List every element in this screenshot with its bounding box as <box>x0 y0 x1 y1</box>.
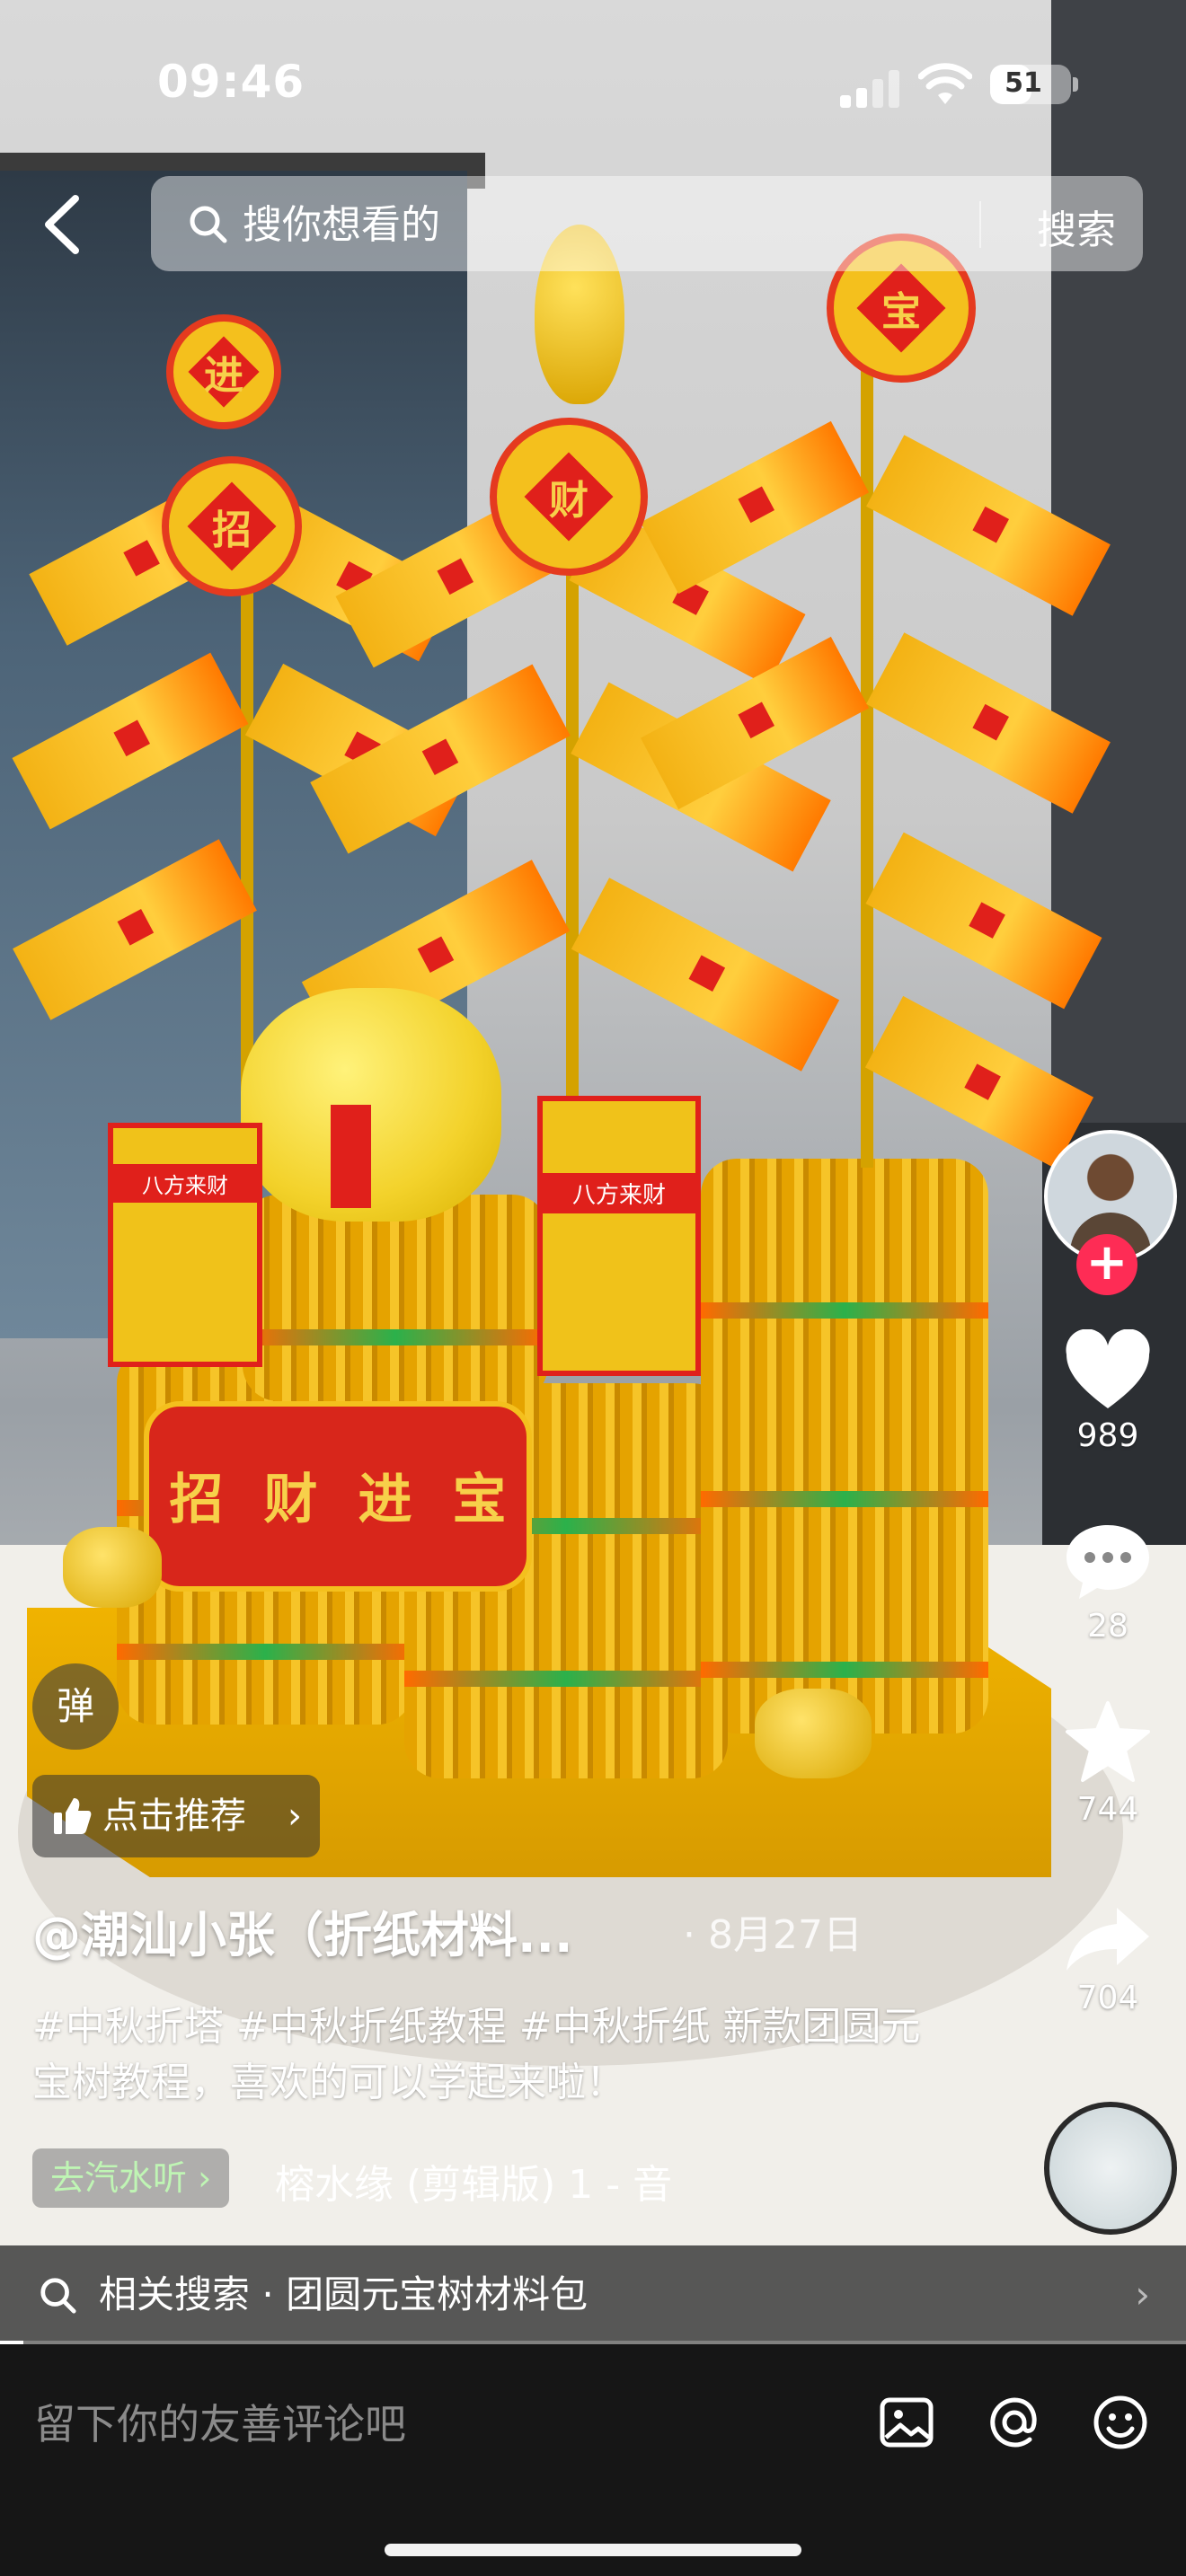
wealth-card: 八方来财 <box>108 1123 262 1367</box>
search-bar[interactable]: 搜索 <box>151 176 1143 271</box>
gold-flag <box>571 878 840 1072</box>
battery-level: 51 <box>1005 67 1042 99</box>
star-icon <box>1066 1701 1150 1782</box>
chevron-right-icon: › <box>1135 2272 1150 2316</box>
flag-medal: 财 <box>490 418 648 576</box>
medal-char: 进 <box>204 353 243 399</box>
medal-char: 招 <box>212 507 252 553</box>
back-icon[interactable] <box>36 193 90 256</box>
banner-char: 进 <box>358 1469 412 1531</box>
medal-char: 财 <box>549 478 589 524</box>
comment-bar <box>0 2344 1186 2576</box>
video-screen: { "status_bar": { "time": "09:46", "batt… <box>0 0 1186 2576</box>
recommend-label: 点击推荐 <box>102 1795 246 1837</box>
search-divider <box>979 201 981 248</box>
follow-button[interactable]: + <box>1076 1234 1137 1295</box>
paper-drum <box>701 1159 988 1734</box>
post-date: · 8月27日 <box>683 1912 863 1958</box>
search-icon <box>190 206 227 243</box>
home-indicator[interactable] <box>385 2544 801 2556</box>
gold-ornament <box>755 1689 872 1778</box>
music-disc[interactable] <box>1044 2102 1177 2235</box>
post-description[interactable]: #中秋折塔 #中秋折纸教程 #中秋折纸 新款团圆元宝树教程，喜欢的可以学起来啦！ <box>32 1999 940 2111</box>
related-search-prefix: 相关搜索 <box>99 2272 251 2316</box>
at-icon[interactable] <box>985 2393 1044 2452</box>
paper-drum <box>243 1195 548 1401</box>
comment-icon <box>1067 1525 1149 1599</box>
favorite-count: 744 <box>1076 1791 1139 1828</box>
related-search-bar[interactable]: 相关搜索 · 团圆元宝树材料包 › <box>0 2245 1186 2344</box>
battery-indicator: 51 <box>990 65 1078 104</box>
danmu-toggle[interactable]: 弹 <box>32 1663 119 1750</box>
share-icon <box>1067 1908 1149 1971</box>
like-action[interactable]: 989 <box>1042 1329 1173 1454</box>
thumb-up-icon <box>54 1798 92 1834</box>
favorite-action[interactable]: 744 <box>1042 1699 1173 1828</box>
video-frame[interactable]: 进 招 财 宝 八方来财 八方来财 招 财 进 宝 <box>0 0 1186 2344</box>
like-count: 989 <box>1076 1417 1139 1454</box>
music-app-link[interactable]: 去汽水听 › <box>32 2148 230 2208</box>
music-app-label: 去汽水听 <box>50 2158 188 2198</box>
card-label: 八方来财 <box>113 1164 257 1203</box>
flag-medal: 招 <box>162 456 302 596</box>
cellular-signal-icon <box>840 70 901 108</box>
fortune-banner: 招 财 进 宝 <box>144 1401 532 1592</box>
medal-char: 宝 <box>881 289 921 335</box>
share-count: 704 <box>1076 1980 1139 2016</box>
banner-char: 宝 <box>452 1469 507 1531</box>
emoji-icon[interactable] <box>1091 2393 1150 2452</box>
comment-count: 28 <box>1087 1608 1128 1645</box>
image-icon[interactable] <box>877 2393 936 2452</box>
recommend-button[interactable]: 点击推荐 › <box>32 1775 320 1857</box>
tree-pole <box>566 539 579 1132</box>
tree-pole <box>241 557 253 1096</box>
banner-char: 财 <box>263 1469 318 1531</box>
gold-ornament <box>63 1527 162 1608</box>
music-title[interactable]: 榕水缘 (剪辑版) 1 - 音 <box>275 2152 688 2210</box>
search-icon <box>40 2278 76 2314</box>
search-input[interactable] <box>241 194 1017 255</box>
wealth-card: 八方来财 <box>537 1096 701 1376</box>
card-label: 八方来财 <box>543 1173 695 1213</box>
chevron-right-icon: › <box>198 2158 212 2198</box>
status-time: 09:46 <box>157 56 305 108</box>
search-button[interactable]: 搜索 <box>1037 198 1116 255</box>
yellow-ingot <box>241 988 501 1222</box>
related-search-query: 团圆元宝树材料包 <box>286 2272 589 2316</box>
chevron-right-icon: › <box>288 1795 302 1837</box>
comment-input[interactable] <box>32 2387 845 2461</box>
related-search-separator: · <box>261 2272 274 2316</box>
banner-char: 招 <box>169 1469 224 1531</box>
author-name[interactable]: @潮汕小张（折纸材料... <box>32 1895 573 1966</box>
gold-flag <box>640 420 870 595</box>
heart-icon <box>1066 1329 1150 1408</box>
wifi-icon <box>917 63 973 108</box>
comment-action[interactable]: 28 <box>1042 1520 1173 1645</box>
share-action[interactable]: 704 <box>1042 1902 1173 2016</box>
flag-medal: 进 <box>166 314 281 429</box>
